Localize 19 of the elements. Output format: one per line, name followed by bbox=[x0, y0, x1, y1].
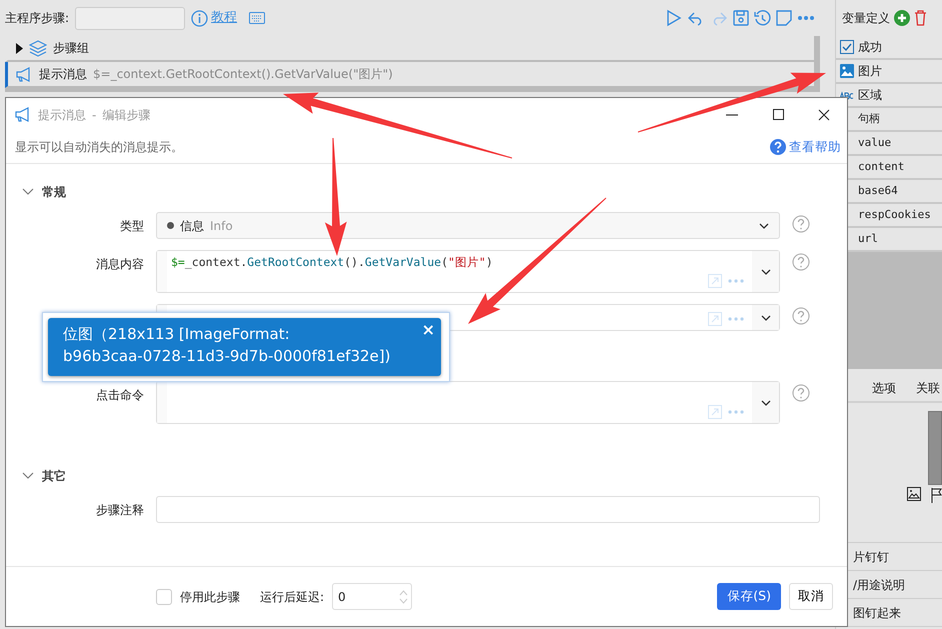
step-title: 步骤组 bbox=[53, 40, 89, 57]
field-label: 类型 bbox=[120, 219, 144, 233]
field-label: 步骤注释 bbox=[96, 503, 144, 517]
code-text: $=_context.GetRootContext().GetVarValue("图片") bbox=[170, 254, 494, 271]
delay-label: 运行后延迟: bbox=[260, 588, 324, 606]
step-title: 提示消息 bbox=[39, 66, 87, 83]
dialog-subtitle: 编辑步骤 bbox=[102, 106, 150, 124]
steps-label: 主程序步骤: bbox=[5, 10, 70, 27]
section-title: 其它 bbox=[42, 468, 66, 485]
field-label: 消息内容 bbox=[96, 257, 144, 271]
checkbox-label: 停用此步骤 bbox=[180, 588, 240, 606]
title-separator: - bbox=[92, 106, 96, 124]
tooltip-text: 位图（218x113 [ImageFormat: b96b3caa-0728-11d3-9d7b-0000f81ef32e]) bbox=[63, 325, 390, 365]
step-expression: $=_context.GetRootContext().GetVarValue("图片") bbox=[93, 66, 393, 83]
variables-title: 变量定义 bbox=[842, 10, 890, 27]
dialog-title: 提示消息 bbox=[38, 106, 86, 124]
section-title: 常规 bbox=[42, 184, 66, 201]
dialog-description: 显示可以自动消失的消息提示。 bbox=[15, 139, 183, 156]
field-label: 点击命令 bbox=[96, 388, 144, 402]
